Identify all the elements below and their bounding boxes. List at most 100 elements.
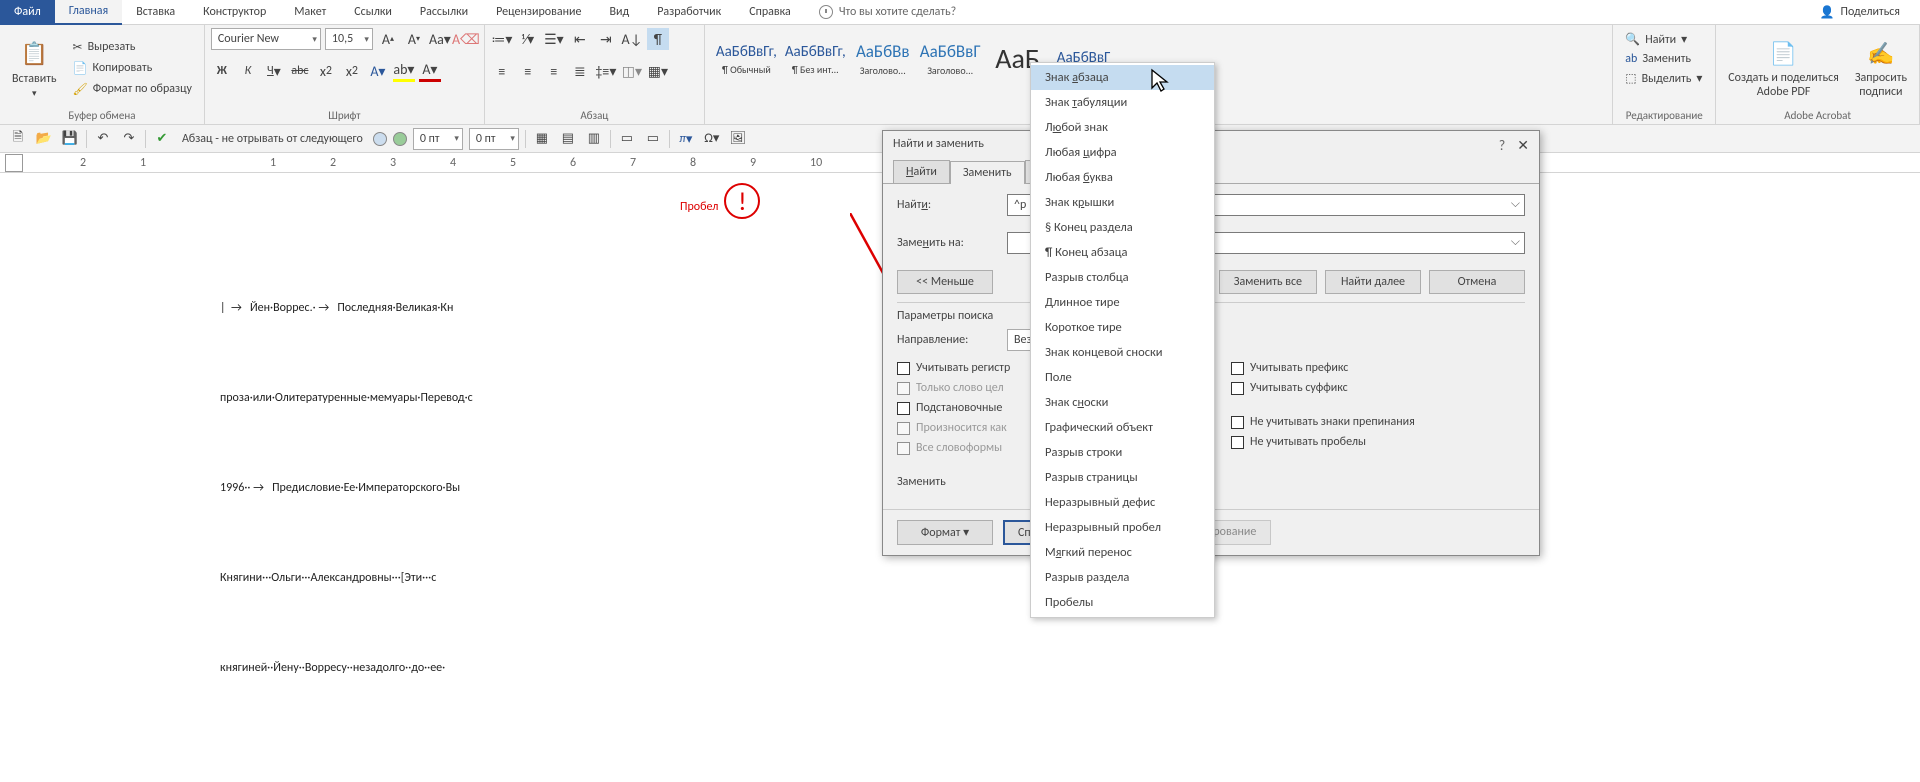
cancel-button[interactable]: Отмена xyxy=(1429,270,1525,294)
tab-design[interactable]: Конструктор xyxy=(189,0,280,25)
picture-icon[interactable]: 🖼 xyxy=(728,129,748,149)
checkbox[interactable] xyxy=(897,402,910,415)
select-button[interactable]: ⬚Выделить▾ xyxy=(1621,69,1707,88)
italic-button[interactable]: К xyxy=(237,60,259,82)
dot-icon-1[interactable] xyxy=(373,132,387,146)
pi-icon[interactable]: π▾ xyxy=(676,129,696,149)
merge-icon[interactable]: ▭ xyxy=(643,129,663,149)
tell-me[interactable]: Что вы хотите сделать? xyxy=(805,0,970,25)
less-button[interactable]: << Меньше xyxy=(897,270,993,294)
align-right-icon[interactable]: ≡ xyxy=(543,60,565,82)
subscript-button[interactable]: x2 xyxy=(315,60,337,82)
undo-icon[interactable]: ↶ xyxy=(93,129,113,149)
copy-button[interactable]: 📄Копировать xyxy=(69,59,196,78)
justify-icon[interactable]: ≣ xyxy=(569,60,591,82)
indent-icon[interactable]: ⇥ xyxy=(595,28,617,50)
highlight-icon[interactable]: ab▾ xyxy=(393,60,415,82)
clear-format-icon[interactable]: A⌫ xyxy=(455,28,477,50)
tab-home[interactable]: Главная xyxy=(55,0,122,25)
font-name-select[interactable]: Courier New xyxy=(211,28,321,50)
paste-button[interactable]: 📋 Вставить ▾ xyxy=(6,28,63,108)
menu-item[interactable]: Любой знак xyxy=(1031,115,1214,140)
font-size-select[interactable]: 10,5 xyxy=(325,28,373,50)
menu-item[interactable]: Разрыв столбца xyxy=(1031,265,1214,290)
underline-button[interactable]: Ч▾ xyxy=(263,60,285,82)
font-color-icon[interactable]: A▾ xyxy=(419,60,441,82)
menu-item[interactable]: Мягкий перенос xyxy=(1031,540,1214,565)
format-painter-button[interactable]: 🖌Формат по образцу xyxy=(69,80,196,99)
bullets-icon[interactable]: ≔▾ xyxy=(491,28,513,50)
bold-button[interactable]: Ж xyxy=(211,60,233,82)
find-button[interactable]: 🔍Найти▾ xyxy=(1621,30,1707,49)
cut-button[interactable]: Вырезать xyxy=(69,38,196,57)
menu-item[interactable]: Знак табуляции xyxy=(1031,90,1214,115)
menu-item[interactable]: Неразрывный пробел xyxy=(1031,515,1214,540)
menu-item[interactable]: Графический объект xyxy=(1031,415,1214,440)
omega-icon[interactable]: Ω▾ xyxy=(702,129,722,149)
menu-item[interactable]: § Конец раздела xyxy=(1031,215,1214,240)
open-icon[interactable]: 📂 xyxy=(34,129,54,149)
menu-item[interactable]: Неразрывный дефис xyxy=(1031,490,1214,515)
replace-all-button[interactable]: Заменить все xyxy=(1219,270,1317,294)
find-next-button[interactable]: Найти далее xyxy=(1325,270,1421,294)
pt-input-1[interactable]: 0 пт xyxy=(413,128,463,150)
change-case-icon[interactable]: Aa▾ xyxy=(429,28,451,50)
menu-item[interactable]: ¶ Конец абзаца xyxy=(1031,240,1214,265)
tab-review[interactable]: Рецензирование xyxy=(482,0,595,25)
grow-font-icon[interactable]: A▴ xyxy=(377,28,399,50)
tab-layout[interactable]: Макет xyxy=(280,0,340,25)
menu-item[interactable]: Разрыв страницы xyxy=(1031,465,1214,490)
tab-view[interactable]: Вид xyxy=(595,0,643,25)
menu-item[interactable]: Любая буква xyxy=(1031,165,1214,190)
redo-icon[interactable]: ↷ xyxy=(119,129,139,149)
superscript-button[interactable]: x2 xyxy=(341,60,363,82)
borders-icon[interactable]: ▦▾ xyxy=(647,60,669,82)
checkbox[interactable] xyxy=(1231,416,1244,429)
style-item-2[interactable]: АаБбВвЗаголово... xyxy=(851,30,915,88)
split-icon[interactable]: ▭ xyxy=(617,129,637,149)
checkmark-icon[interactable]: ✔ xyxy=(152,129,172,149)
save-icon[interactable]: 💾 xyxy=(60,129,80,149)
tab-references[interactable]: Ссылки xyxy=(340,0,406,25)
help-icon[interactable]: ? xyxy=(1499,137,1506,154)
menu-item[interactable]: Любая цифра xyxy=(1031,140,1214,165)
style-item-0[interactable]: АаБбВвГг,¶ Обычный xyxy=(713,30,780,88)
adobe-sign-button[interactable]: ✍Запросить подписи xyxy=(1849,28,1913,108)
sort-icon[interactable]: A↓ xyxy=(621,28,643,50)
align-center-icon[interactable]: ≡ xyxy=(517,60,539,82)
close-icon[interactable]: ✕ xyxy=(1517,137,1529,154)
tab-insert[interactable]: Вставка xyxy=(122,0,189,25)
menu-item[interactable]: Разрыв раздела xyxy=(1031,565,1214,590)
menu-item[interactable]: Разрыв строки xyxy=(1031,440,1214,465)
tab-developer[interactable]: Разработчик xyxy=(643,0,735,25)
dot-icon-2[interactable] xyxy=(393,132,407,146)
text-effects-icon[interactable]: A▾ xyxy=(367,60,389,82)
shrink-font-icon[interactable]: A▾ xyxy=(403,28,425,50)
menu-item[interactable]: Короткое тире xyxy=(1031,315,1214,340)
checkbox[interactable] xyxy=(1231,436,1244,449)
align-left-icon[interactable]: ≡ xyxy=(491,60,513,82)
menu-item[interactable]: Знак сноски xyxy=(1031,390,1214,415)
tab-mailings[interactable]: Рассылки xyxy=(406,0,482,25)
menu-item[interactable]: Длинное тире xyxy=(1031,290,1214,315)
menu-item[interactable]: Поле xyxy=(1031,365,1214,390)
new-doc-icon[interactable]: 🗎 xyxy=(8,129,28,149)
pt-input-2[interactable]: 0 пт xyxy=(469,128,519,150)
checkbox[interactable] xyxy=(1231,382,1244,395)
tab-help[interactable]: Справка xyxy=(735,0,805,25)
line-spacing-icon[interactable]: ‡≡▾ xyxy=(595,60,617,82)
menu-item[interactable]: Знак концевой сноски xyxy=(1031,340,1214,365)
outdent-icon[interactable]: ⇤ xyxy=(569,28,591,50)
row-below-icon[interactable]: ▥ xyxy=(584,129,604,149)
menu-item[interactable]: Знак абзаца xyxy=(1031,65,1214,90)
numbering-icon[interactable]: ⅟▾ xyxy=(517,28,539,50)
multilevel-icon[interactable]: ☰▾ xyxy=(543,28,565,50)
tab-file[interactable]: Файл xyxy=(0,0,55,25)
adobe-create-button[interactable]: 📄Создать и поделиться Adobe PDF xyxy=(1722,28,1845,108)
show-marks-icon[interactable]: ¶ xyxy=(647,28,669,50)
dialog-tab-replace[interactable]: Заменить xyxy=(950,161,1025,184)
replace-button[interactable]: abЗаменить xyxy=(1621,50,1707,68)
format-button[interactable]: Формат ▾ xyxy=(897,520,993,545)
tab-selector[interactable] xyxy=(5,154,23,172)
style-item-1[interactable]: АаБбВвГг,¶ Без инт... xyxy=(782,30,849,88)
